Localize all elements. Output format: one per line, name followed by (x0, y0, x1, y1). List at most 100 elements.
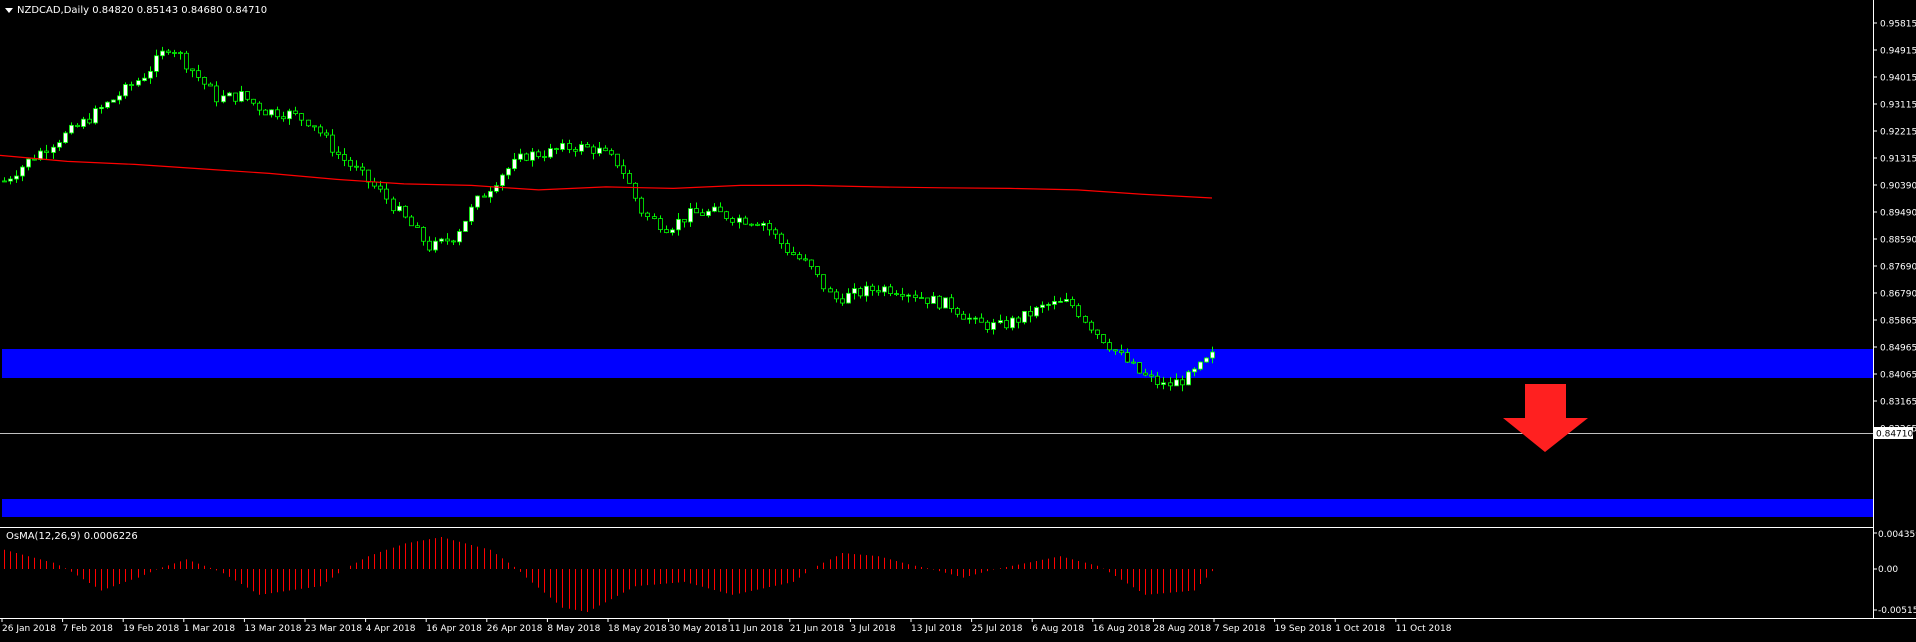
candle-body (397, 205, 402, 212)
price-axis-label: 0.88590 (1880, 236, 1916, 246)
candle-body (1028, 310, 1033, 317)
time-axis-label: 3 Jul 2018 (850, 624, 895, 634)
candle-body (773, 229, 778, 235)
candle-body (815, 266, 820, 276)
support-zone[interactable] (2, 499, 1873, 517)
candle-body (1022, 310, 1027, 323)
candle-body (925, 297, 930, 304)
time-axis-label: 7 Sep 2018 (1214, 624, 1266, 634)
price-axis-label: 0.85865 (1880, 317, 1916, 327)
candle-body (1161, 382, 1166, 385)
candle-body (670, 229, 675, 234)
candle-body (391, 198, 396, 212)
candle-body (706, 210, 711, 216)
candle-body (306, 119, 311, 127)
candle-body (1095, 329, 1100, 335)
candle-body (463, 220, 468, 232)
candle-body (937, 295, 942, 309)
candle-body (14, 175, 19, 180)
price-axis-label: 0.84065 (1880, 371, 1916, 381)
candle-body (93, 108, 98, 124)
candle-body (652, 216, 657, 219)
time-axis-label: 21 Jun 2018 (790, 624, 844, 634)
candle-body (178, 52, 183, 55)
candle-body (797, 254, 802, 260)
candle-body (445, 238, 450, 242)
resistance-zone[interactable] (2, 349, 1873, 378)
candle-body (676, 218, 681, 231)
candle-body (943, 297, 948, 309)
trading-terminal-chart[interactable]: NZDCAD,Daily 0.84820 0.85143 0.84680 0.8… (0, 0, 1916, 638)
candle-body (1168, 382, 1173, 387)
candle-body (433, 240, 438, 251)
candle-body (961, 313, 966, 320)
candle-body (221, 95, 226, 103)
candle-body (840, 298, 845, 304)
candle-body (1064, 299, 1069, 302)
candle-body (81, 118, 86, 127)
candle-body (32, 158, 37, 161)
candle-body (524, 153, 529, 161)
candlestick-series (2, 46, 1215, 392)
candle-body (597, 147, 602, 154)
candle-body (779, 233, 784, 244)
candle-body (299, 113, 304, 121)
candle-body (785, 243, 790, 253)
price-axis-label: 0.89490 (1880, 209, 1916, 219)
candle-body (1010, 317, 1015, 329)
candle-body (366, 169, 371, 183)
candle-body (293, 110, 298, 114)
candle-body (761, 223, 766, 226)
time-axis-label: 7 Feb 2018 (63, 624, 114, 634)
candle-body (1204, 357, 1209, 363)
candle-body (105, 101, 110, 108)
candle-body (1004, 320, 1009, 329)
candle-body (506, 168, 511, 176)
indicator-axis-label-zero: 0.00 (1878, 565, 1898, 575)
candle-body (803, 258, 808, 261)
candle-body (530, 151, 535, 161)
indicator-header: OsMA(12,26,9) 0.0006226 (6, 531, 138, 542)
candle-body (809, 259, 814, 267)
time-axis-label: 19 Feb 2018 (123, 624, 179, 634)
candle-body (1070, 299, 1075, 307)
candle-body (251, 98, 256, 104)
candle-body (991, 322, 996, 330)
candle-body (627, 173, 632, 184)
candle-body (755, 223, 760, 226)
chevron-down-icon[interactable] (5, 8, 13, 13)
candle-body (281, 116, 286, 120)
candle-body (354, 165, 359, 168)
candle-body (1192, 368, 1197, 373)
candle-body (737, 217, 742, 223)
candle-body (482, 195, 487, 198)
candle-body (1058, 301, 1063, 303)
candle-body (1119, 350, 1124, 354)
candle-body (615, 153, 620, 167)
candle-body (8, 178, 13, 182)
candle-body (718, 206, 723, 213)
candle-body (888, 286, 893, 295)
candle-body (1034, 307, 1039, 317)
candle-body (1143, 372, 1148, 376)
candle-body (190, 68, 195, 72)
candle-body (208, 83, 213, 87)
candle-body (227, 92, 232, 97)
price-axis-label: 0.95815 (1880, 20, 1916, 30)
candle-body (142, 77, 147, 81)
candle-body (876, 290, 881, 293)
time-axis-label: 16 Apr 2018 (426, 624, 482, 634)
candle-body (985, 321, 990, 330)
candle-body (184, 52, 189, 70)
candle-body (682, 218, 687, 223)
candle-body (439, 238, 444, 242)
time-axis-label: 18 May 2018 (608, 624, 667, 634)
candle-body (44, 150, 49, 153)
chart-canvas[interactable]: NZDCAD,Daily 0.84820 0.85143 0.84680 0.8… (0, 0, 1916, 638)
candle-body (639, 197, 644, 214)
current-price-value: 0.84710 (1876, 430, 1913, 440)
candle-body (573, 149, 578, 152)
candle-body (348, 159, 353, 167)
candle-body (633, 182, 638, 199)
candle-body (330, 134, 335, 153)
